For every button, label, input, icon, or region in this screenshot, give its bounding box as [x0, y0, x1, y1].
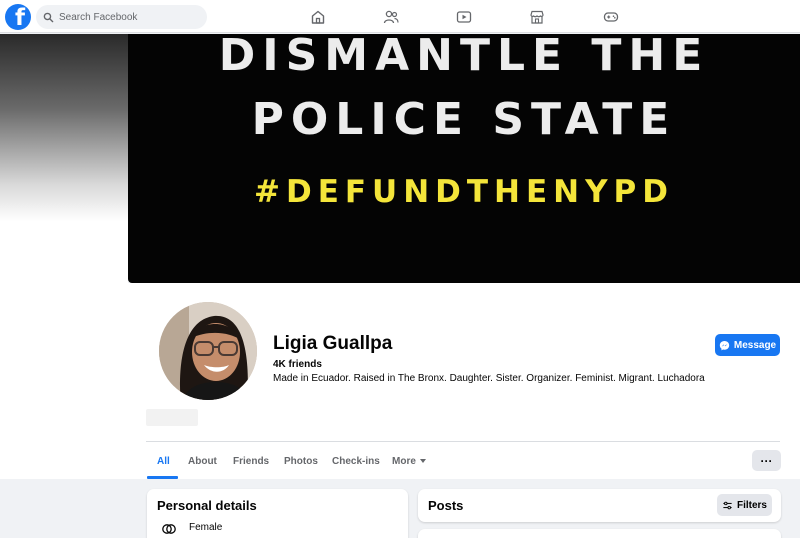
- more-options-button[interactable]: ···: [752, 450, 781, 471]
- tab-more-label: More: [392, 456, 416, 467]
- facebook-logo[interactable]: f: [5, 4, 31, 30]
- facebook-logo-letter: f: [14, 5, 25, 30]
- personal-details-card: [147, 489, 408, 538]
- cover-text-line-1: DISMANTLE THE: [218, 34, 710, 81]
- tab-about[interactable]: About: [188, 456, 217, 467]
- cover-photo[interactable]: DISMANTLE THE POLICE STATE #DEFUNDTHENYP…: [128, 34, 800, 283]
- header-divider: [146, 441, 780, 442]
- tab-all[interactable]: All: [157, 456, 170, 467]
- chevron-down-icon: [419, 459, 426, 464]
- tab-more[interactable]: More: [392, 456, 426, 467]
- search-input[interactable]: [59, 11, 199, 23]
- top-navigation-bar: f: [0, 0, 800, 33]
- messenger-icon: [719, 340, 730, 350]
- profile-avatar[interactable]: [156, 299, 260, 403]
- profile-bio: Made in Ecuador. Raised in The Bronx. Da…: [273, 373, 705, 384]
- post-card: [418, 529, 781, 538]
- filters-button-label: Filters: [736, 499, 767, 511]
- profile-name: Ligia Guallpa: [273, 333, 393, 354]
- message-button-label: Message: [733, 339, 777, 351]
- search-icon: [43, 12, 54, 22]
- tab-friends[interactable]: Friends: [233, 456, 269, 467]
- filters-button[interactable]: Filters: [717, 494, 772, 516]
- posts-title: Posts: [428, 498, 464, 513]
- friends-icon[interactable]: [382, 8, 400, 26]
- cover-hashtag: #DEFUNDTHENYPD: [253, 174, 675, 210]
- personal-details-title: Personal details: [157, 498, 257, 513]
- tab-check-ins[interactable]: Check-ins: [332, 456, 380, 467]
- gender-icon: [162, 524, 176, 534]
- page-background-gradient: [0, 34, 128, 284]
- watch-icon[interactable]: [455, 8, 473, 26]
- search-box[interactable]: [36, 5, 207, 29]
- active-tab-indicator: [147, 476, 178, 479]
- gaming-icon[interactable]: [602, 8, 620, 26]
- ellipsis-icon: ···: [760, 453, 773, 468]
- loading-placeholder: [146, 409, 198, 426]
- cover-text-line-2: POLICE STATE: [251, 94, 677, 145]
- friends-count[interactable]: 4K friends: [273, 359, 322, 370]
- message-button[interactable]: Message: [715, 334, 780, 356]
- gender-value: Female: [189, 522, 223, 533]
- home-icon[interactable]: [309, 8, 327, 26]
- filters-icon: [723, 501, 732, 509]
- tab-photos[interactable]: Photos: [284, 456, 318, 467]
- marketplace-icon[interactable]: [528, 8, 546, 26]
